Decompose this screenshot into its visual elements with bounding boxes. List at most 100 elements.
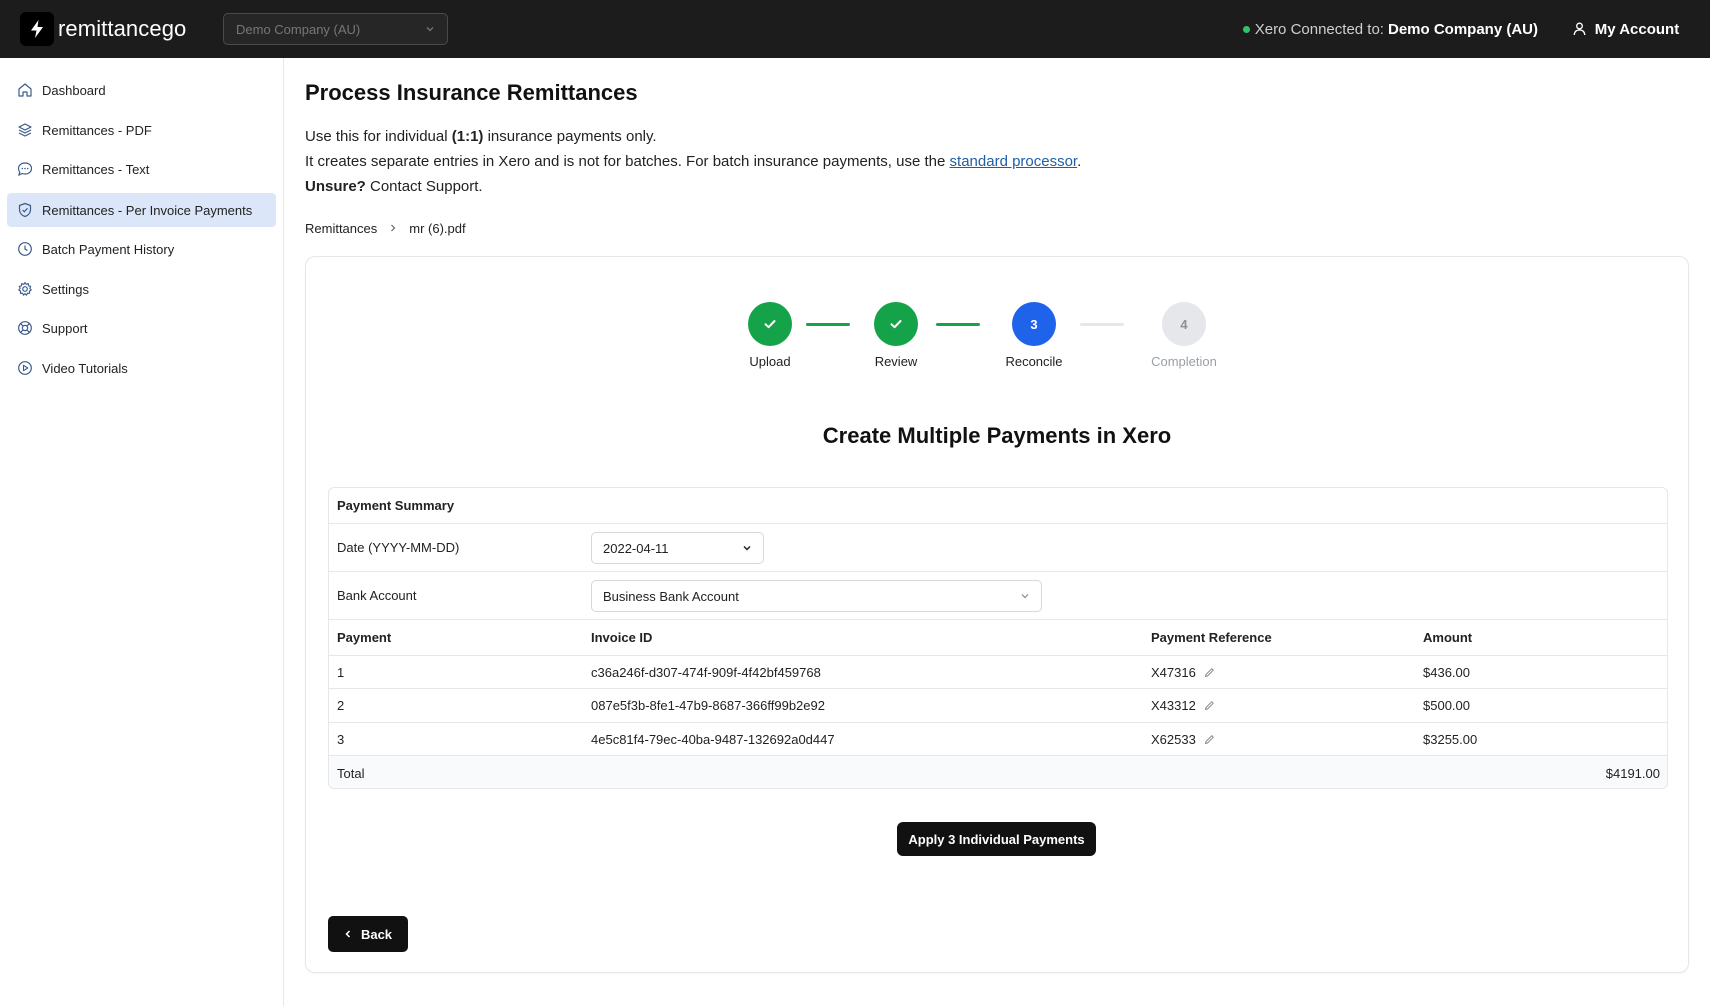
- step-completion-label: Completion: [1151, 354, 1217, 369]
- sidebar-item-label: Batch Payment History: [42, 241, 175, 257]
- my-account-label: My Account: [1594, 20, 1680, 38]
- layers-icon: [16, 121, 34, 139]
- user-icon: [1573, 22, 1586, 36]
- invoice-id: 087e5f3b-8fe1-47b9-8687-366ff99b2e92: [591, 698, 825, 713]
- intro-line-3-text: Contact Support.: [365, 178, 483, 195]
- back-button[interactable]: Back: [328, 916, 408, 952]
- pencil-icon[interactable]: [1204, 667, 1215, 678]
- payment-reference: X47316: [1151, 656, 1215, 688]
- intro-line-2: It creates separate entries in Xero and …: [305, 149, 1081, 174]
- shield-check-icon: [16, 201, 34, 219]
- column-header-invoice-id: Invoice ID: [591, 630, 653, 645]
- page-title: Process Insurance Remittances: [305, 80, 638, 105]
- bank-account-select[interactable]: Business Bank Account: [591, 580, 1042, 612]
- step-connector: [936, 323, 980, 326]
- amount: $500.00: [1423, 698, 1470, 713]
- xero-connection-status: Xero Connected to: Demo Company (AU): [1242, 0, 1538, 58]
- payment-number: 1: [337, 664, 345, 680]
- sidebar-item-remittances-pdf[interactable]: Remittances - PDF: [7, 113, 276, 147]
- step-reconcile-circle: 3: [1012, 302, 1056, 346]
- amount: $3255.00: [1423, 731, 1478, 747]
- pencil-icon[interactable]: [1204, 734, 1215, 745]
- check-icon: [890, 320, 902, 329]
- step-connector: [806, 323, 850, 326]
- intro-line-3-bold: Unsure?: [305, 178, 366, 195]
- message-icon: [16, 160, 34, 178]
- sidebar-item-label: Dashboard: [42, 82, 106, 98]
- column-header-amount: Amount: [1423, 630, 1473, 645]
- breadcrumb-root[interactable]: Remittances: [305, 221, 377, 236]
- table-row: 3 4e5c81f4-79ec-40ba-9487-132692a0d447 X…: [329, 723, 1667, 756]
- total-row: Total $4191.00: [329, 756, 1667, 788]
- top-bar: remittancego Demo Company (AU) Xero Conn…: [0, 0, 1710, 58]
- intro-line-1-end: insurance payments only.: [483, 128, 657, 145]
- clock-icon: [16, 240, 34, 258]
- sidebar-item-label: Remittances - PDF: [42, 122, 152, 138]
- gear-icon: [16, 280, 34, 298]
- step-completion-circle: 4: [1162, 302, 1206, 346]
- sidebar-item-remittances-text[interactable]: Remittances - Text: [7, 152, 276, 186]
- play-circle-icon: [16, 359, 34, 377]
- sidebar-item-label: Remittances - Per Invoice Payments: [42, 202, 253, 218]
- sidebar-item-support[interactable]: Support: [7, 311, 276, 345]
- step-upload-label: Upload: [749, 354, 791, 369]
- date-select-value: 2022-04-11: [603, 540, 669, 556]
- step-review-circle: [874, 302, 918, 346]
- sidebar-item-batch-payment-history[interactable]: Batch Payment History: [7, 232, 276, 266]
- sidebar-item-label: Settings: [42, 281, 89, 297]
- pencil-icon[interactable]: [1204, 700, 1215, 711]
- payment-reference-value: X62533: [1151, 731, 1196, 747]
- sidebar-item-settings[interactable]: Settings: [7, 272, 276, 306]
- bank-row: Bank Account Business Bank Account: [329, 572, 1667, 620]
- company-select-value: Demo Company (AU): [236, 21, 361, 37]
- intro-line-3: Unsure? Contact Support.: [305, 174, 1081, 199]
- company-select[interactable]: Demo Company (AU): [223, 13, 448, 45]
- intro-line-1-bold: (1:1): [451, 128, 484, 145]
- payment-reference: X62533: [1151, 723, 1215, 755]
- sidebar-item-label: Remittances - Text: [42, 161, 150, 177]
- step-reconcile-label: Reconcile: [1005, 354, 1063, 369]
- intro-line-2-end: .: [1077, 153, 1082, 170]
- lightning-icon: [20, 12, 54, 46]
- date-row: Date (YYYY-MM-DD) 2022-04-11: [329, 524, 1667, 572]
- step-review-label: Review: [874, 354, 918, 369]
- apply-payments-button[interactable]: Apply 3 Individual Payments: [897, 822, 1096, 856]
- invoice-id: 4e5c81f4-79ec-40ba-9487-132692a0d447: [591, 731, 835, 747]
- total-label: Total: [337, 765, 365, 781]
- back-button-label: Back: [360, 926, 393, 942]
- summary-title-row: Payment Summary: [329, 488, 1667, 524]
- reconcile-card: Upload Review 3 Reconcile 4 Completion C…: [305, 256, 1689, 973]
- sidebar-item-label: Support: [42, 320, 88, 336]
- table-row: 1 c36a246f-d307-474f-909f-4f42bf459768 X…: [329, 656, 1667, 689]
- date-select[interactable]: 2022-04-11: [591, 532, 764, 564]
- breadcrumb: Remittances mr (6).pdf: [305, 221, 466, 236]
- sidebar-item-dashboard[interactable]: Dashboard: [7, 73, 276, 107]
- standard-processor-link[interactable]: standard processor: [950, 153, 1078, 170]
- app-logo[interactable]: remittancego: [20, 12, 186, 46]
- lifebuoy-icon: [16, 319, 34, 337]
- intro-line-1-text: Use this for individual: [305, 128, 452, 145]
- payment-reference-value: X47316: [1151, 664, 1196, 680]
- column-header-payment: Payment: [337, 630, 392, 645]
- sidebar: Dashboard Remittances - PDF Remittances …: [0, 58, 284, 1006]
- table-row: 2 087e5f3b-8fe1-47b9-8687-366ff99b2e92 X…: [329, 689, 1667, 723]
- sidebar-item-per-invoice-payments[interactable]: Remittances - Per Invoice Payments: [7, 193, 276, 227]
- home-icon: [16, 81, 34, 99]
- bank-account-value: Business Bank Account: [603, 588, 739, 604]
- table-header-row: Payment Invoice ID Payment Reference Amo…: [329, 620, 1667, 656]
- payment-number: 2: [337, 698, 345, 713]
- step-connector: [1080, 323, 1124, 326]
- total-value: $4191.00: [1605, 765, 1660, 781]
- main-content: Process Insurance Remittances Use this f…: [285, 58, 1710, 1006]
- chevron-down-icon: [742, 541, 752, 556]
- chevron-left-icon: [345, 930, 350, 938]
- chevron-down-icon: [1020, 589, 1030, 604]
- invoice-id: c36a246f-d307-474f-909f-4f42bf459768: [591, 664, 821, 680]
- payment-reference-value: X43312: [1151, 698, 1196, 713]
- payment-summary-table: Payment Summary Date (YYYY-MM-DD) 2022-0…: [328, 487, 1668, 789]
- step-upload-circle: [748, 302, 792, 346]
- my-account-button[interactable]: My Account: [1556, 0, 1696, 58]
- sidebar-item-video-tutorials[interactable]: Video Tutorials: [7, 351, 276, 385]
- column-header-payment-reference: Payment Reference: [1151, 630, 1272, 645]
- app-name: remittancego: [58, 16, 187, 41]
